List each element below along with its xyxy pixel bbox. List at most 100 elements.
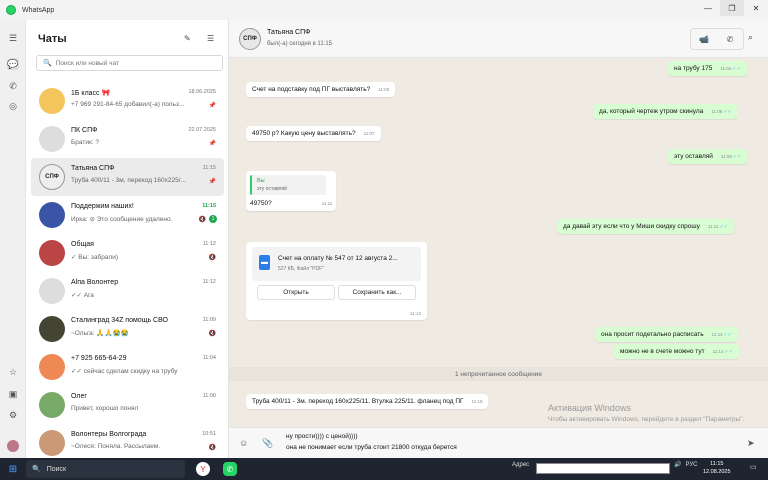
search-chat-icon[interactable]: ⌕ xyxy=(748,32,753,43)
chat-row[interactable]: Общая 11:12 ✓ Вы: забрали) 🔇 xyxy=(31,234,224,272)
taskbar-search[interactable]: 🔍 Поиск xyxy=(26,460,185,478)
attach-icon[interactable]: 📎 xyxy=(262,438,273,449)
maximize-button[interactable]: ❐ xyxy=(720,0,744,16)
message-text: она просит подетально расписать xyxy=(601,331,704,338)
voice-call-icon[interactable]: ✆ xyxy=(717,29,743,49)
address-input[interactable] xyxy=(536,463,670,474)
yandex-browser-icon[interactable]: Y xyxy=(196,462,210,476)
video-call-icon[interactable]: 📹 xyxy=(691,29,717,49)
watermark-title: Активация Windows xyxy=(548,403,631,413)
message-in[interactable]: 49750 р? Какую цену выставлять? 11:07 xyxy=(246,126,381,141)
quoted-message[interactable]: Вы эту оставляй xyxy=(250,175,326,195)
chats-icon[interactable]: 💬 xyxy=(7,58,19,70)
message-out[interactable]: можно не в счете можно тут 11:14✓✓ xyxy=(614,344,739,359)
message-input-line[interactable]: ну прости)))) с ценой)))) xyxy=(286,433,358,440)
message-in[interactable]: Труба 400/11 - 3м. переход 160x225/11. В… xyxy=(246,394,489,409)
message-out[interactable]: да давай эту если что у Миши скидку спро… xyxy=(557,219,734,234)
avatar xyxy=(39,240,65,266)
new-chat-icon[interactable]: ✎ xyxy=(184,34,191,43)
message-out[interactable]: да, который чертеж утром скинула 11:06✓✓ xyxy=(593,104,738,119)
read-ticks-icon: ✓✓ xyxy=(732,66,741,72)
clock[interactable]: 11:15 12.08.2025 xyxy=(703,460,731,476)
status-icon[interactable]: ◎ xyxy=(7,100,19,112)
chat-row[interactable]: Alпа Волонтер 11:12 ✓✓ Ага xyxy=(31,272,224,310)
windows-taskbar: ⊞ 🔍 Поиск Y ✆ Адрес 🔊 РУС 11:15 12.08.20… xyxy=(0,458,768,480)
file-card[interactable]: ▬ Счет на оплату № 547 от 12 августа 2..… xyxy=(252,247,421,281)
open-file-button[interactable]: Открыть xyxy=(257,285,335,300)
whatsapp-logo-icon xyxy=(6,5,16,15)
file-message[interactable]: ▬ Счет на оплату № 547 от 12 августа 2..… xyxy=(246,242,427,320)
save-as-button[interactable]: Сохранить как... xyxy=(338,285,416,300)
chat-row[interactable]: 1Б класс 🎀 18.06.2025 +7 969 291-84-65 д… xyxy=(31,82,224,120)
mute-icon: 🔇 xyxy=(208,255,216,261)
message-in-reply[interactable]: Вы эту оставляй 49750? 11:11 xyxy=(246,171,337,211)
avatar xyxy=(39,430,65,456)
message-out[interactable]: эту оставляй 11:08✓✓ xyxy=(668,149,748,164)
file-meta: 527 КБ, Файл "PDF" xyxy=(278,266,324,272)
starred-icon[interactable]: ☆ xyxy=(7,366,19,378)
minimize-button[interactable]: — xyxy=(696,0,720,16)
read-ticks-icon: ✓✓ xyxy=(723,332,732,338)
chat-row-active[interactable]: СПФ Татьяна СПФ 11:15 Труба 400/11 - 3м,… xyxy=(31,158,224,196)
chat-time: 11:15 xyxy=(202,203,216,209)
message-time: 11:14 xyxy=(711,332,723,337)
language-indicator[interactable]: РУС xyxy=(685,462,697,468)
message-out[interactable]: на трубу 175 11:04✓✓ xyxy=(668,61,747,76)
notifications-icon[interactable]: ▭ xyxy=(750,463,757,471)
close-button[interactable]: ✕ xyxy=(744,0,768,16)
chat-name: Татьяна СПФ xyxy=(71,165,115,172)
chat-row[interactable]: Волонтеры Волгограда 10:51 ~Олеся: Понял… xyxy=(31,424,224,462)
emoji-icon[interactable]: ☺ xyxy=(239,438,248,448)
chat-preview: +7 969 291-84-65 добавил(-а) польз... xyxy=(71,101,185,108)
start-button[interactable]: ⊞ xyxy=(0,458,26,480)
chat-time: 10:51 xyxy=(202,431,216,437)
chat-list-panel: Чаты ✎ ☰ 🔍 1Б класс 🎀 18.06.2025 +7 969 … xyxy=(26,20,229,458)
contact-name[interactable]: Татьяна СПФ xyxy=(267,29,310,36)
chat-name: Общая xyxy=(71,241,94,248)
chat-row[interactable]: ПК СПФ 22.07.2025 Братик: ? 📌 xyxy=(31,120,224,158)
pin-icon: 📌 xyxy=(208,103,216,109)
search-input[interactable] xyxy=(55,59,216,67)
search-label: Поиск xyxy=(46,465,67,473)
calls-icon[interactable]: ✆ xyxy=(7,80,19,92)
send-icon[interactable]: ➤ xyxy=(747,438,755,449)
system-tray[interactable]: 🔊 РУС xyxy=(674,461,698,469)
message-input-line[interactable]: она не понимает если труба стоит 21800 о… xyxy=(286,444,457,451)
chat-preview: ~Ольга: 🙏🙏😭😭 xyxy=(71,330,129,337)
message-out[interactable]: она просит подетально расписать 11:14✓✓ xyxy=(595,327,738,342)
chat-time: 11:15 xyxy=(202,165,216,171)
conversation-header[interactable]: СПФ Татьяна СПФ был(-а) сегодня в 11:15 … xyxy=(229,20,768,58)
message-text: да давай эту если что у Миши скидку спро… xyxy=(563,223,700,230)
message-text: можно не в счете можно тут xyxy=(620,348,705,355)
message-time: 11:15 xyxy=(471,399,483,404)
search-box[interactable]: 🔍 xyxy=(36,55,223,71)
contact-status: был(-а) сегодня в 11:15 xyxy=(267,41,333,47)
unread-badge: 1 xyxy=(209,215,217,223)
chat-row[interactable]: +7 925 665-64-29 11:04 ✓✓ сейчас сделам … xyxy=(31,348,224,386)
call-buttons: 📹 ✆ xyxy=(690,28,744,50)
chat-name: Олег xyxy=(71,393,87,400)
chat-time: 11:00 xyxy=(202,393,216,399)
whatsapp-taskbar-icon[interactable]: ✆ xyxy=(223,462,237,476)
message-text: на трубу 175 xyxy=(674,65,713,72)
mute-icon: 🔇 xyxy=(208,331,216,337)
contact-avatar[interactable]: СПФ xyxy=(239,28,261,50)
message-time: 11:08 xyxy=(720,154,732,159)
settings-icon[interactable]: ⚙ xyxy=(7,409,19,421)
nav-rail: ☰ 💬 ✆ ◎ ☆ ▣ ⚙ xyxy=(0,20,26,458)
chat-time: 11:12 xyxy=(202,279,216,285)
filter-icon[interactable]: ☰ xyxy=(207,34,214,43)
windows-activation-watermark: Активация Windows Чтобы активировать Win… xyxy=(548,403,748,424)
chat-row[interactable]: Олег 11:00 Привет, хорошо понял xyxy=(31,386,224,424)
unread-divider: 1 непрочитанное сообщение xyxy=(229,367,768,381)
message-text: эту оставляй xyxy=(674,153,713,160)
profile-avatar[interactable] xyxy=(7,440,19,452)
chat-row[interactable]: Сталинград 34Z помощь СВО 11:09 ~Ольга: … xyxy=(31,310,224,348)
menu-icon[interactable]: ☰ xyxy=(7,32,19,44)
chat-row[interactable]: Поддержим наших! 11:15 Ирка: ⊘ Это сообщ… xyxy=(31,196,224,234)
message-in[interactable]: Счет на подставку под ПГ выставлять? 11:0… xyxy=(246,82,396,97)
avatar xyxy=(39,392,65,418)
volume-icon[interactable]: 🔊 xyxy=(674,461,681,468)
title-bar: WhatsApp — ❐ ✕ xyxy=(0,0,768,20)
archive-icon[interactable]: ▣ xyxy=(7,388,19,400)
